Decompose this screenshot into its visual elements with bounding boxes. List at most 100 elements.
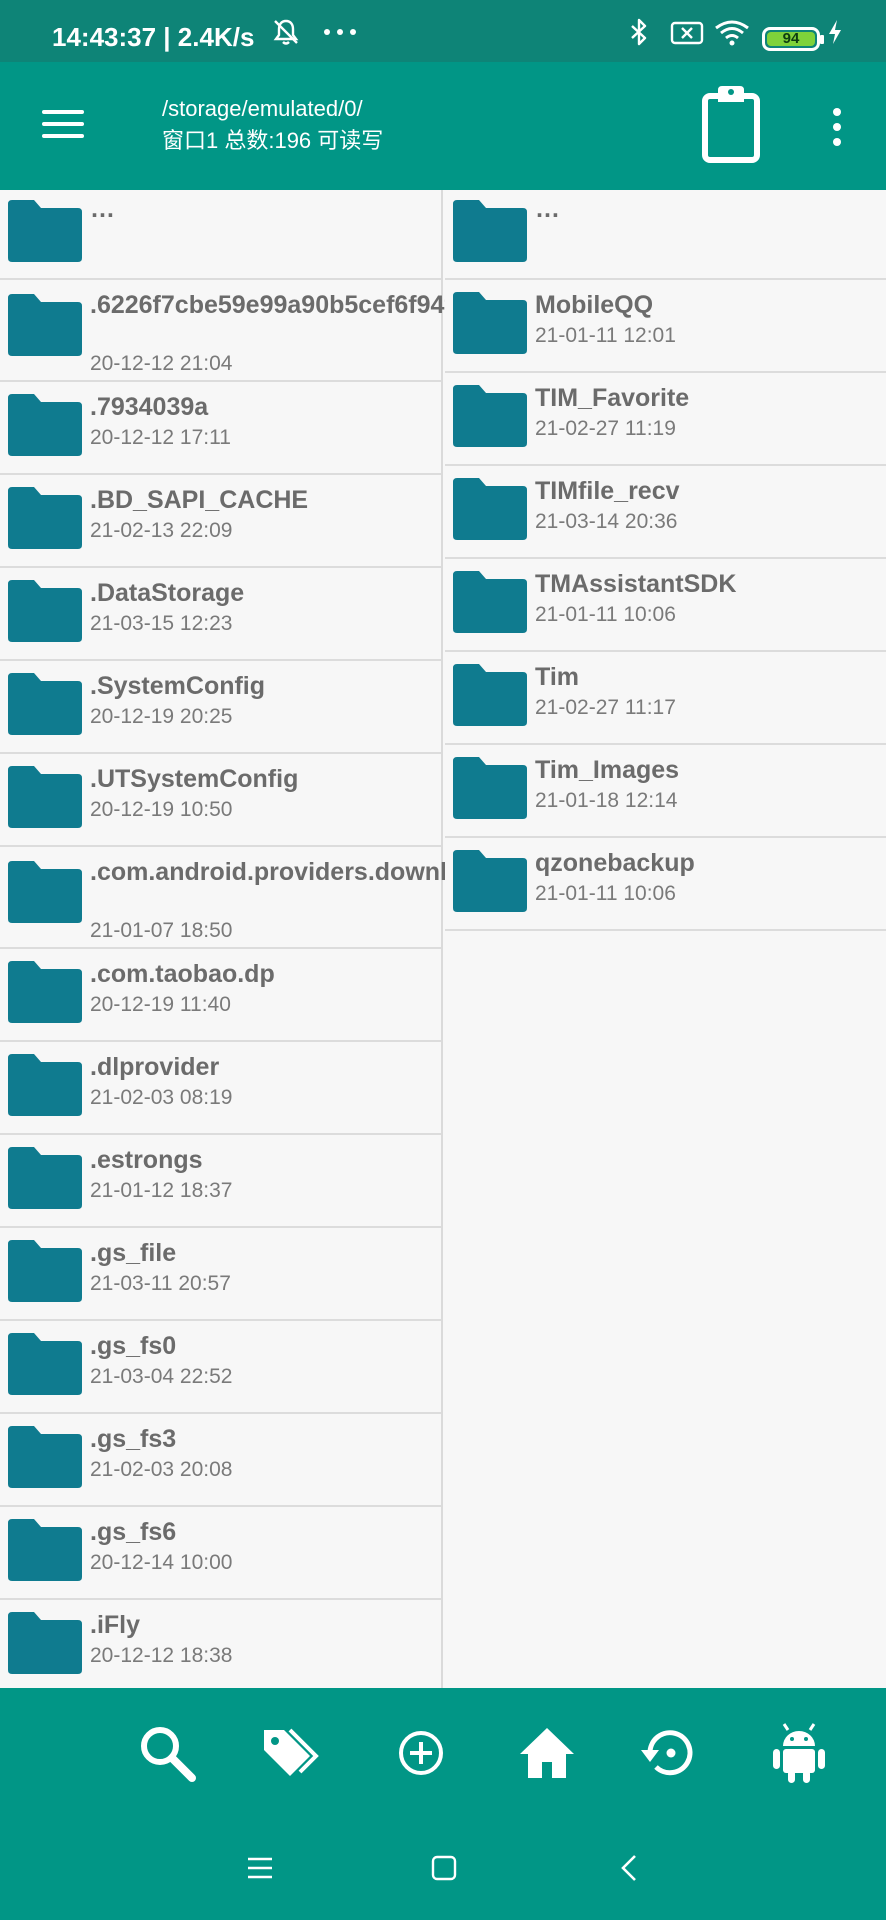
folder-name: … — [535, 195, 560, 223]
android-icon[interactable] — [768, 1722, 830, 1784]
bluetooth-icon — [631, 18, 647, 46]
battery-indicator: 94 — [762, 27, 824, 51]
menu-icon[interactable] — [240, 1848, 280, 1888]
folder-name: .estrongs — [90, 1146, 203, 1174]
folder-row[interactable]: TIMfile_recv 21-03-14 20:36 — [445, 466, 886, 559]
folder-row[interactable]: Tim_Images 21-01-18 12:14 — [445, 745, 886, 838]
hamburger-menu-button[interactable] — [40, 104, 86, 144]
folder-icon — [451, 848, 529, 914]
folder-date: 20-12-12 17:11 — [90, 426, 231, 449]
charging-bolt-icon — [829, 20, 841, 44]
folder-name: .dlprovider — [90, 1053, 220, 1081]
folder-row[interactable]: MobileQQ 21-01-11 12:01 — [445, 280, 886, 373]
parent-directory-row[interactable]: … — [445, 190, 886, 280]
home-icon[interactable] — [516, 1722, 578, 1784]
folder-date: 20-12-19 11:40 — [90, 993, 231, 1016]
folder-date: 21-03-11 20:57 — [90, 1272, 231, 1295]
folder-row[interactable]: .BD_SAPI_CACHE 21-02-13 22:09 — [0, 475, 441, 568]
folder-row[interactable]: .gs_file 21-03-11 20:57 — [0, 1228, 441, 1321]
folder-icon — [451, 476, 529, 542]
folder-icon — [6, 292, 84, 358]
system-navbar — [0, 1816, 886, 1920]
folder-name: .gs_fs6 — [90, 1518, 177, 1546]
folder-row[interactable]: .gs_fs0 21-03-04 22:52 — [0, 1321, 441, 1414]
app-bar: /storage/emulated/0/ 窗口1 总数:196 可读写 — [0, 62, 886, 190]
folder-icon — [6, 198, 84, 264]
folder-icon — [6, 1331, 84, 1397]
folder-name: qzonebackup — [535, 849, 695, 877]
folder-row[interactable]: .iFly 20-12-12 18:38 — [0, 1600, 441, 1693]
folder-date: 21-03-15 12:23 — [90, 612, 233, 635]
folder-row[interactable]: .UTSystemConfig 20-12-19 10:50 — [0, 754, 441, 847]
folder-icon — [6, 764, 84, 830]
folder-date: 21-01-12 18:37 — [90, 1179, 233, 1202]
folder-icon — [451, 662, 529, 728]
folder-date: 21-02-13 22:09 — [90, 519, 233, 542]
back-icon[interactable] — [610, 1848, 650, 1888]
file-list-right: … MobileQQ 21-01-11 12:01 TIM_Favorite 21-02… — [445, 190, 886, 1688]
restore-icon[interactable] — [638, 1722, 700, 1784]
folder-icon — [6, 1238, 84, 1304]
status-bar: 14:43:37 | 2.4K/s 94 — [0, 0, 886, 62]
folder-name: … — [90, 195, 115, 223]
folder-row[interactable]: .estrongs 21-01-12 18:37 — [0, 1135, 441, 1228]
more-options-button[interactable] — [822, 102, 852, 152]
folder-icon — [451, 383, 529, 449]
folder-date: 21-01-11 12:01 — [535, 324, 676, 347]
folder-row[interactable]: .com.taobao.dp 20-12-19 11:40 — [0, 949, 441, 1042]
folder-icon — [451, 755, 529, 821]
square-icon[interactable] — [424, 1848, 464, 1888]
folder-row[interactable]: .dlprovider 21-02-03 08:19 — [0, 1042, 441, 1135]
folder-name: .7934039a — [90, 393, 209, 421]
folder-icon — [6, 671, 84, 737]
folder-row[interactable]: TIM_Favorite 21-02-27 11:19 — [445, 373, 886, 466]
folder-name: .iFly — [90, 1611, 141, 1639]
parent-directory-row[interactable]: … — [0, 190, 441, 280]
folder-row[interactable]: .7934039a 20-12-12 17:11 — [0, 382, 441, 475]
wifi-icon — [715, 20, 749, 46]
folder-row[interactable]: TMAssistantSDK 21-01-11 10:06 — [445, 559, 886, 652]
folder-row[interactable]: .SystemConfig 20-12-19 20:25 — [0, 661, 441, 754]
folder-name: .com.android.providers.downloads.ui — [90, 858, 535, 886]
folder-name: .DataStorage — [90, 579, 245, 607]
folder-icon — [6, 1517, 84, 1583]
folder-date: 21-02-27 11:17 — [535, 696, 676, 719]
folder-row[interactable]: .com.android.providers.downloads.ui 21-01… — [0, 847, 535, 949]
folder-name: .com.taobao.dp — [90, 960, 275, 988]
folder-row[interactable]: .DataStorage 21-03-15 12:23 — [0, 568, 441, 661]
folder-row[interactable]: Tim 21-02-27 11:17 — [445, 652, 886, 745]
folder-row[interactable]: .6226f7cbe59e99a90b5cef6f94f966fd 20-12-1… — [0, 280, 519, 382]
folder-date: 21-02-27 11:19 — [535, 417, 676, 440]
folder-name: TIMfile_recv — [535, 477, 680, 505]
folder-name: .6226f7cbe59e99a90b5cef6f94f966fd — [90, 291, 519, 319]
folder-date: 21-02-03 20:08 — [90, 1458, 233, 1481]
folder-row[interactable]: .gs_fs3 21-02-03 20:08 — [0, 1414, 441, 1507]
status-time: 14:43:37 | 2.4K/s — [52, 22, 255, 52]
bell-off-icon — [273, 19, 299, 45]
folder-date: 20-12-12 21:04 — [90, 352, 233, 375]
folder-row[interactable]: qzonebackup 21-01-11 10:06 — [445, 838, 886, 931]
folder-icon — [451, 290, 529, 356]
window-info: 窗口1 总数:196 可读写 — [162, 128, 384, 153]
folder-date: 21-01-18 12:14 — [535, 789, 678, 812]
folder-date: 21-02-03 08:19 — [90, 1086, 233, 1109]
folder-date: 20-12-19 20:25 — [90, 705, 233, 728]
folder-name: .BD_SAPI_CACHE — [90, 486, 309, 514]
clipboard-icon[interactable] — [700, 84, 766, 166]
folder-icon — [6, 485, 84, 551]
add-circle-icon[interactable] — [390, 1722, 452, 1784]
folder-row[interactable]: .gs_fs6 20-12-14 10:00 — [0, 1507, 441, 1600]
folder-name: .gs_fs0 — [90, 1332, 177, 1360]
folder-icon — [6, 1052, 84, 1118]
tags-icon[interactable] — [260, 1722, 322, 1784]
battery-level: 94 — [767, 31, 815, 46]
folder-date: 20-12-12 18:38 — [90, 1644, 233, 1667]
folder-icon — [6, 859, 84, 925]
folder-name: Tim — [535, 663, 579, 691]
folder-name: TIM_Favorite — [535, 384, 690, 412]
search-icon[interactable] — [136, 1722, 198, 1784]
folder-date: 20-12-14 10:00 — [90, 1551, 233, 1574]
folder-name: .UTSystemConfig — [90, 765, 299, 793]
folder-name: .gs_fs3 — [90, 1425, 177, 1453]
folder-icon — [6, 392, 84, 458]
